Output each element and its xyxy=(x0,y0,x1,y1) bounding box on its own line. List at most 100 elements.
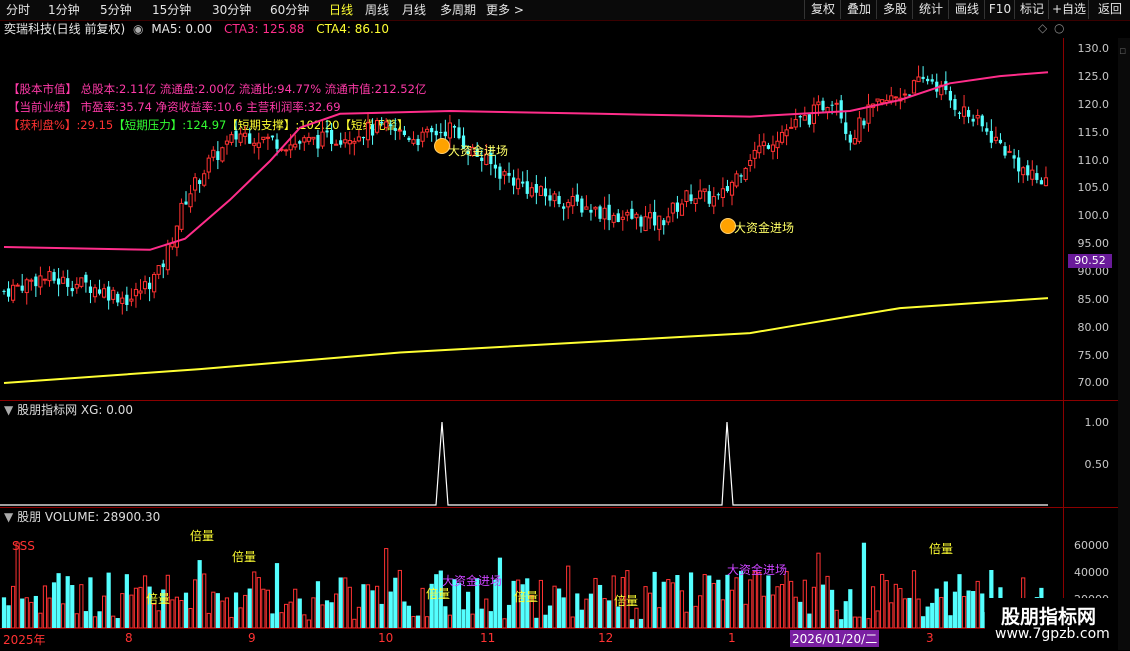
period-tab-15min[interactable]: 15分钟 xyxy=(152,2,191,18)
candle-body xyxy=(707,191,711,204)
big-money-label-2: 大资金进场 xyxy=(734,221,795,235)
period-tab-daily[interactable]: 日线 xyxy=(329,2,353,18)
indicator-title[interactable]: 股朋指标网 XG: 0.00 xyxy=(17,403,133,417)
volume-bar xyxy=(902,598,907,629)
candle-body xyxy=(662,220,666,226)
date-label: 2025年 xyxy=(3,633,46,647)
volume-bar xyxy=(497,557,503,629)
volume-bar xyxy=(324,600,330,629)
volume-bar xyxy=(547,605,553,629)
candle-body xyxy=(156,265,161,275)
volume-bar xyxy=(293,588,298,629)
side-info-strip[interactable]: ▫ xyxy=(1118,38,1130,650)
candle-body xyxy=(352,140,357,144)
volume-bar xyxy=(174,596,180,629)
period-tab-30min[interactable]: 30分钟 xyxy=(212,2,251,18)
candle-body xyxy=(916,76,921,83)
volume-bar xyxy=(839,619,844,629)
candle-body xyxy=(752,149,757,159)
indicator-menu-icon[interactable]: ▼ xyxy=(4,403,13,417)
indicator-pane-header: ▼ 股朋指标网 XG: 0.00 xyxy=(4,402,133,418)
volume-bar xyxy=(807,613,812,629)
stats-button[interactable]: 统计 xyxy=(912,0,949,19)
big-money-volume-label: 大资金进场 xyxy=(727,563,788,577)
candle-body xyxy=(557,196,561,205)
volume-bar xyxy=(779,583,785,629)
volume-bar xyxy=(798,601,803,629)
volume-bar xyxy=(588,593,594,629)
price-axis[interactable]: 130.0 125.0 120.0 115.0 110.0 105.0 100.… xyxy=(1063,38,1119,400)
volume-bar xyxy=(261,588,266,629)
period-tab-monthly[interactable]: 月线 xyxy=(402,2,426,18)
fuquan-button[interactable]: 复权 xyxy=(804,0,841,19)
volume-bar xyxy=(593,577,598,629)
candle-body xyxy=(639,216,643,227)
candle-body xyxy=(92,287,98,298)
add-favorite-button[interactable]: +自选 xyxy=(1048,0,1089,19)
volume-bar xyxy=(183,592,189,629)
price-tick: 115.0 xyxy=(1077,126,1110,139)
kline-chart[interactable] xyxy=(0,38,1063,650)
stock-title[interactable]: 奕瑞科技(日线 前复权) xyxy=(4,22,125,36)
candle-body xyxy=(784,129,789,137)
candle-body xyxy=(498,166,502,179)
overlay-button[interactable]: 叠加 xyxy=(840,0,877,19)
ma5-label: MA5: 0.00 xyxy=(151,22,213,36)
candle-body xyxy=(502,171,507,176)
diamond-icon[interactable]: ◇ xyxy=(1038,21,1047,35)
volume-bar xyxy=(447,614,452,629)
volume-title[interactable]: 股朋 VOLUME: 28900.30 xyxy=(17,510,160,524)
volume-bar xyxy=(552,585,557,629)
candle-body xyxy=(129,298,134,302)
candle-body xyxy=(311,136,316,140)
volume-menu-icon[interactable]: ▼ xyxy=(4,510,13,524)
bei-liang-label: 倍量 xyxy=(190,529,215,543)
period-tab-60min[interactable]: 60分钟 xyxy=(270,2,309,18)
date-label: 10 xyxy=(378,631,394,645)
candle-body xyxy=(298,141,302,144)
period-tab-multi[interactable]: 多周期 xyxy=(440,2,476,18)
candle-body xyxy=(975,115,980,119)
volume-bar xyxy=(370,590,375,629)
back-button[interactable]: 返回 xyxy=(1088,0,1130,19)
candle-body xyxy=(443,131,447,137)
volume-bar xyxy=(916,598,921,629)
candle-body xyxy=(15,284,20,287)
settings-circle-icon[interactable]: ◉ xyxy=(133,22,143,36)
draw-line-button[interactable]: 画线 xyxy=(948,0,985,19)
indicator-axis[interactable]: 1.00 0.50 xyxy=(1063,401,1119,507)
candle-body xyxy=(967,110,971,117)
volume-bar xyxy=(648,592,653,629)
candle-body xyxy=(961,106,967,117)
volume-bar xyxy=(188,608,193,629)
period-tab-1min[interactable]: 1分钟 xyxy=(48,2,80,18)
candle-body xyxy=(347,140,352,145)
volume-bar xyxy=(106,572,111,629)
period-tab-more[interactable]: 更多 > xyxy=(486,2,524,18)
candle-body xyxy=(380,121,384,124)
volume-bar xyxy=(748,579,753,629)
period-tab-5min[interactable]: 5分钟 xyxy=(100,2,132,18)
mark-button[interactable]: 标记 xyxy=(1014,0,1049,19)
candle-body xyxy=(807,114,811,125)
f10-button[interactable]: F10 xyxy=(984,0,1015,19)
candle-body xyxy=(397,129,402,132)
volume-bar xyxy=(479,608,484,629)
volume-bar xyxy=(233,592,239,629)
candle-body xyxy=(343,139,348,144)
period-tab-weekly[interactable]: 周线 xyxy=(365,2,389,18)
volume-bar xyxy=(443,606,448,629)
volume-bar xyxy=(47,597,52,629)
options-icon[interactable]: ○ xyxy=(1054,21,1064,35)
candle-body xyxy=(1003,146,1007,156)
volume-bar xyxy=(256,577,261,629)
candle-body xyxy=(602,207,607,220)
volume-bar xyxy=(889,602,894,629)
candle-body xyxy=(325,130,329,133)
volume-bar xyxy=(129,594,134,629)
volume-bar xyxy=(930,602,935,629)
multi-stock-button[interactable]: 多股 xyxy=(876,0,913,19)
period-tab-fenshi[interactable]: 分时 xyxy=(6,2,30,18)
volume-bar xyxy=(347,586,352,629)
date-axis[interactable]: 2025年 8 9 10 11 12 1 2026/01/20/二 3 xyxy=(0,628,985,651)
